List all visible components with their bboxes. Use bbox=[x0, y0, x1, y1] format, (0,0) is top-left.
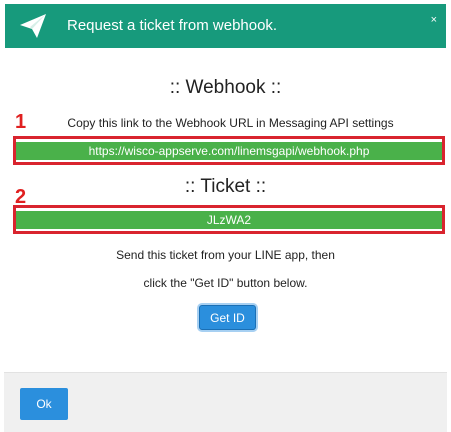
dialog-footer: Ok bbox=[4, 372, 447, 432]
get-id-button[interactable]: Get ID bbox=[199, 305, 256, 330]
ok-button[interactable]: Ok bbox=[20, 388, 68, 420]
instruction-line-1: Send this ticket from your LINE app, the… bbox=[116, 248, 335, 262]
instruction-line-2: click the "Get ID" button below. bbox=[143, 276, 308, 290]
dialog-title: Request a ticket from webhook. bbox=[67, 17, 278, 34]
paper-plane-icon bbox=[20, 14, 46, 38]
webhook-hint: Copy this link to the Webhook URL in Mes… bbox=[67, 116, 394, 130]
dialog-header: Request a ticket from webhook. × bbox=[5, 4, 446, 48]
ticket-dialog: Request a ticket from webhook. × :: Webh… bbox=[0, 0, 451, 432]
ticket-code-field[interactable]: JLzWA2 bbox=[16, 210, 442, 229]
ticket-code-highlight: JLzWA2 bbox=[13, 205, 445, 234]
webhook-section-title: :: Webhook :: bbox=[169, 77, 282, 98]
webhook-url-field[interactable]: https://wisco-appserve.com/linemsgapi/we… bbox=[16, 141, 442, 160]
webhook-url-highlight: https://wisco-appserve.com/linemsgapi/we… bbox=[13, 136, 445, 165]
close-icon[interactable]: × bbox=[431, 15, 437, 26]
ticket-section-title: :: Ticket :: bbox=[184, 176, 267, 197]
